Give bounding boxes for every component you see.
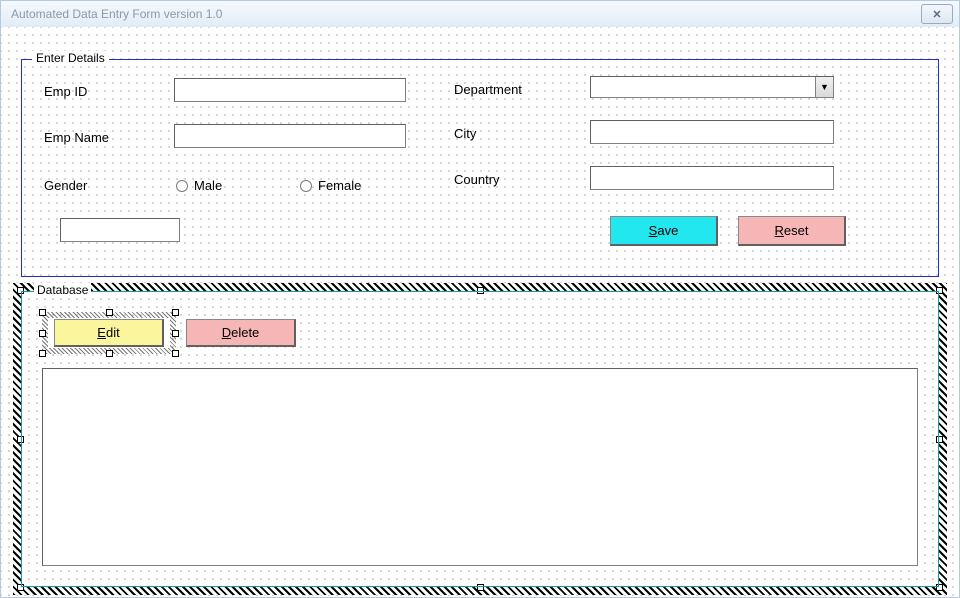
close-button[interactable]: ✕ <box>921 4 953 24</box>
resize-handle[interactable] <box>172 309 179 316</box>
resize-handle[interactable] <box>39 350 46 357</box>
resize-handle[interactable] <box>106 350 113 357</box>
emp-id-label: Emp ID <box>44 84 87 99</box>
save-button[interactable]: SSaveave <box>610 216 718 246</box>
chevron-down-icon: ▼ <box>815 77 833 97</box>
reset-underline: R <box>775 223 784 238</box>
reset-button[interactable]: Reset <box>738 216 846 246</box>
city-input[interactable] <box>590 120 834 144</box>
enter-details-legend: Enter Details <box>32 51 109 65</box>
enter-details-frame: Enter Details Emp ID Emp Name Gender Mal… <box>21 59 939 277</box>
resize-handle[interactable] <box>106 309 113 316</box>
emp-id-input[interactable] <box>174 78 406 102</box>
reset-rest: eset <box>784 223 809 238</box>
country-input[interactable] <box>590 166 834 190</box>
gender-female-label: Female <box>318 178 361 193</box>
resize-handle[interactable] <box>172 330 179 337</box>
emp-name-input[interactable] <box>174 124 406 148</box>
edit-button[interactable]: Edit <box>54 319 164 347</box>
database-groupbox: Database Edit Delete <box>21 291 939 587</box>
edit-underline: E <box>97 325 106 340</box>
department-combobox[interactable]: ▼ <box>590 76 834 98</box>
close-icon: ✕ <box>932 8 941 21</box>
resize-handle[interactable] <box>172 350 179 357</box>
gender-label: Gender <box>44 178 87 193</box>
department-value <box>591 77 815 97</box>
gender-male-radio[interactable]: Male <box>176 178 222 193</box>
delete-rest: elete <box>231 325 259 340</box>
design-surface: Enter Details Emp ID Emp Name Gender Mal… <box>1 27 959 597</box>
delete-button[interactable]: Delete <box>186 319 296 347</box>
emp-name-label: Emp Name <box>44 130 109 145</box>
department-label: Department <box>454 82 522 97</box>
window-title: Automated Data Entry Form version 1.0 <box>11 7 921 21</box>
titlebar: Automated Data Entry Form version 1.0 ✕ <box>1 1 959 28</box>
radio-icon <box>176 180 188 192</box>
database-frame[interactable]: Database Edit Delete <box>21 291 939 587</box>
userform-window: Automated Data Entry Form version 1.0 ✕ … <box>0 0 960 598</box>
gender-male-label: Male <box>194 178 222 193</box>
delete-underline: D <box>222 325 231 340</box>
database-legend: Database <box>34 283 91 297</box>
edit-rest: dit <box>106 325 120 340</box>
radio-icon <box>300 180 312 192</box>
save-underline: S <box>649 223 658 238</box>
country-label: Country <box>454 172 500 187</box>
resize-handle[interactable] <box>39 330 46 337</box>
database-listbox[interactable] <box>42 368 918 566</box>
gender-female-radio[interactable]: Female <box>300 178 361 193</box>
city-label: City <box>454 126 476 141</box>
aux-input[interactable] <box>60 218 180 242</box>
resize-handle[interactable] <box>39 309 46 316</box>
